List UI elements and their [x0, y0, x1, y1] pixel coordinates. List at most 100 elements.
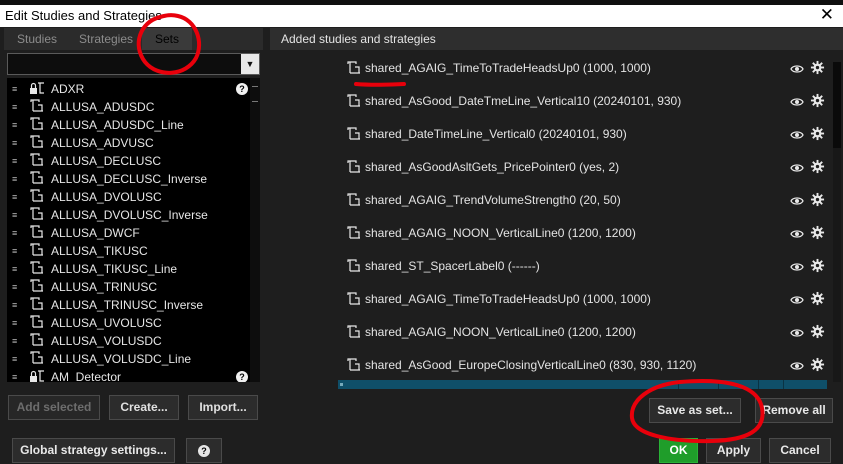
eye-icon[interactable] — [790, 359, 804, 371]
study-icon — [346, 259, 362, 273]
list-item[interactable]: ≡ ALLUSA_TRINUSC — [7, 278, 250, 296]
drag-handle-icon[interactable]: ≡ — [12, 278, 17, 296]
scroll-arrow-icon[interactable] — [340, 383, 343, 386]
tab-strategies[interactable]: Strategies — [72, 28, 140, 50]
drag-handle-icon[interactable]: ≡ — [12, 260, 17, 278]
eye-icon[interactable] — [790, 62, 804, 74]
added-study-row[interactable]: shared_AGAIG_NOON_VerticalLine0 (1200, 1… — [270, 216, 830, 249]
add-selected-button[interactable]: Add selected — [8, 395, 100, 420]
gear-icon[interactable] — [810, 258, 825, 273]
drag-handle-icon[interactable]: ≡ — [12, 332, 17, 350]
gear-icon[interactable] — [810, 126, 825, 141]
list-item[interactable]: ≡ ALLUSA_VOLUSDC — [7, 332, 250, 350]
study-icon — [346, 292, 362, 306]
added-study-row[interactable]: shared_AGAIG_TimeToTradeHeadsUp0 (1000, … — [270, 51, 830, 84]
list-item[interactable]: ≡ ALLUSA_DECLUSC — [7, 152, 250, 170]
added-study-row[interactable]: shared_AsGood_EuropeClosingVerticalLine0… — [270, 348, 830, 381]
eye-icon[interactable] — [790, 194, 804, 206]
drag-handle-icon[interactable]: ≡ — [12, 134, 17, 152]
list-item[interactable]: ≡ ALLUSA_TIKUSC — [7, 242, 250, 260]
list-item-label: ALLUSA_TRINUSC_Inverse — [51, 298, 204, 312]
list-item-label: ADXR — [51, 82, 85, 96]
list-item[interactable]: ≡ AM_Detector? — [7, 368, 250, 382]
list-item[interactable]: ≡ ALLUSA_TRINUSC_Inverse — [7, 296, 250, 314]
save-as-set-button[interactable]: Save as set... — [649, 398, 741, 423]
drag-handle-icon[interactable]: ≡ — [12, 206, 17, 224]
list-item[interactable]: ≡ ALLUSA_ADUSDC — [7, 98, 250, 116]
gear-icon[interactable] — [810, 357, 825, 372]
study-icon — [346, 358, 362, 372]
list-item[interactable]: ≡ ADXR? — [7, 80, 250, 98]
help-button[interactable]: ? — [186, 438, 222, 463]
added-study-row[interactable]: shared_AGAIG_NOON_VerticalLine0 (1200, 1… — [270, 315, 830, 348]
gear-icon[interactable] — [810, 291, 825, 306]
help-icon[interactable]: ? — [236, 83, 248, 95]
gear-icon[interactable] — [810, 159, 825, 174]
drag-handle-icon[interactable]: ≡ — [12, 350, 17, 368]
global-strategy-settings-button[interactable]: Global strategy settings... — [12, 438, 175, 463]
eye-icon[interactable] — [790, 227, 804, 239]
drag-handle-icon[interactable]: ≡ — [12, 116, 17, 134]
study-icon — [29, 279, 45, 293]
drag-handle-icon[interactable]: ≡ — [12, 152, 17, 170]
added-study-row[interactable]: shared_AsGoodAsltGets_PricePointer0 (yes… — [270, 150, 830, 183]
drag-handle-icon[interactable]: ≡ — [12, 188, 17, 206]
close-icon[interactable]: ✕ — [820, 5, 834, 25]
gear-icon[interactable] — [810, 324, 825, 339]
drag-handle-icon[interactable]: ≡ — [12, 242, 17, 260]
added-study-row[interactable]: shared_ST_SpacerLabel0 (------) — [270, 249, 830, 282]
import-button[interactable]: Import... — [188, 395, 258, 420]
study-list: ≡ ADXR? ≡ ALLUSA_ADUSDC ≡ ALLUSA_ADUSDC_Line ≡… — [7, 78, 260, 382]
added-study-row[interactable]: shared_AGAIG_TimeToTradeHeadsUp0 (1000, … — [270, 282, 830, 315]
added-study-row[interactable]: shared_AGAIG_TrendVolumeStrength0 (20, 5… — [270, 183, 830, 216]
scroll-grip[interactable] — [252, 86, 258, 102]
added-study-row[interactable]: shared_DateTimeLine_Vertical0 (20240101,… — [270, 117, 830, 150]
eye-icon[interactable] — [790, 128, 804, 140]
list-item[interactable]: ≡ ALLUSA_DWCF — [7, 224, 250, 242]
drag-handle-icon[interactable]: ≡ — [12, 368, 17, 382]
list-item[interactable]: ≡ ALLUSA_DECLUSC_Inverse — [7, 170, 250, 188]
study-icon — [29, 261, 45, 275]
create-button[interactable]: Create... — [109, 395, 179, 420]
tab-studies[interactable]: Studies — [6, 28, 68, 50]
help-icon[interactable]: ? — [236, 371, 248, 382]
eye-icon[interactable] — [790, 95, 804, 107]
list-item[interactable]: ≡ ALLUSA_ADVUSC — [7, 134, 250, 152]
list-item-label: ALLUSA_ADUSDC — [51, 100, 155, 114]
gear-icon[interactable] — [810, 93, 825, 108]
search-input[interactable] — [10, 55, 240, 73]
drag-handle-icon[interactable]: ≡ — [12, 314, 17, 332]
study-icon — [29, 297, 45, 311]
added-study-row[interactable]: shared_AsGood_DateTmeLine_Vertical10 (20… — [270, 84, 830, 117]
list-item[interactable]: ≡ ALLUSA_UVOLUSC — [7, 314, 250, 332]
scroll-thumb[interactable] — [833, 62, 841, 148]
gear-icon[interactable] — [810, 192, 825, 207]
cancel-button[interactable]: Cancel — [769, 438, 831, 463]
eye-icon[interactable] — [790, 293, 804, 305]
drag-handle-icon[interactable]: ≡ — [12, 224, 17, 242]
list-item[interactable]: ≡ ALLUSA_TIKUSC_Line — [7, 260, 250, 278]
apply-button[interactable]: Apply — [706, 438, 761, 463]
eye-icon[interactable] — [790, 161, 804, 173]
added-scrollbar[interactable] — [833, 62, 841, 382]
list-item-label: ALLUSA_TIKUSC_Line — [51, 262, 178, 276]
eye-icon[interactable] — [790, 326, 804, 338]
list-item[interactable]: ≡ ALLUSA_VOLUSDC_Line — [7, 350, 250, 368]
tab-sets[interactable]: Sets — [142, 28, 192, 50]
list-item[interactable]: ≡ ALLUSA_DVOLUSC — [7, 188, 250, 206]
ok-button[interactable]: OK — [659, 438, 698, 463]
horizontal-scrollbar[interactable] — [338, 380, 827, 389]
chevron-down-icon[interactable]: ▼ — [241, 54, 259, 74]
list-scrollbar[interactable] — [250, 78, 260, 382]
list-item[interactable]: ≡ ALLUSA_DVOLUSC_Inverse — [7, 206, 250, 224]
drag-handle-icon[interactable]: ≡ — [12, 170, 17, 188]
list-item[interactable]: ≡ ALLUSA_ADUSDC_Line — [7, 116, 250, 134]
remove-all-button[interactable]: Remove all — [755, 398, 833, 423]
added-study-label: shared_AGAIG_TimeToTradeHeadsUp0 (1000, … — [365, 61, 651, 75]
gear-icon[interactable] — [810, 60, 825, 75]
drag-handle-icon[interactable]: ≡ — [12, 98, 17, 116]
gear-icon[interactable] — [810, 225, 825, 240]
drag-handle-icon[interactable]: ≡ — [12, 80, 17, 98]
eye-icon[interactable] — [790, 260, 804, 272]
drag-handle-icon[interactable]: ≡ — [12, 296, 17, 314]
